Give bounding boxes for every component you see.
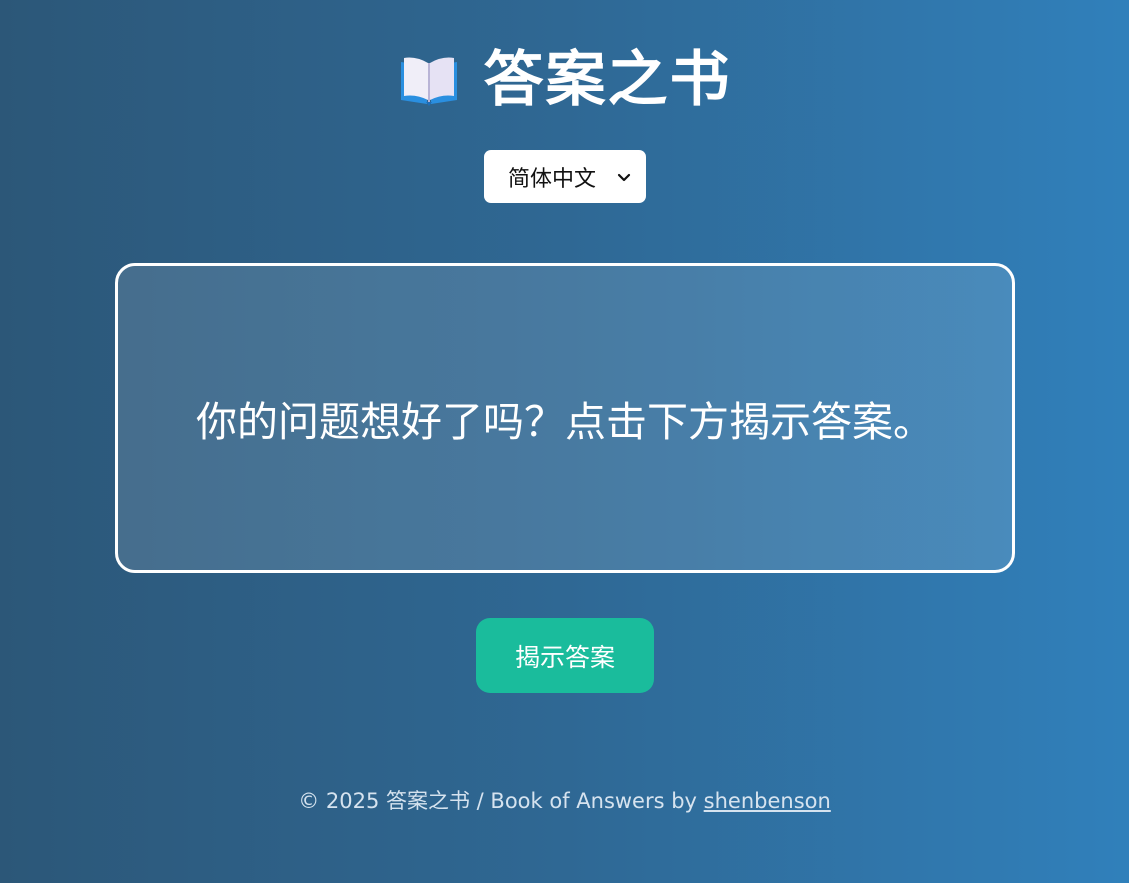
answer-text: 你的问题想好了吗？点击下方揭示答案。 bbox=[196, 398, 934, 446]
open-book-icon bbox=[398, 54, 460, 106]
page-title: 答案之书 bbox=[483, 45, 732, 115]
reveal-answer-button[interactable]: 揭示答案 bbox=[476, 618, 654, 693]
chevron-down-icon bbox=[614, 167, 634, 187]
language-select-value: 简体中文 bbox=[508, 166, 597, 192]
footer-text: © 2025 答案之书 / Book of Answers by bbox=[298, 789, 704, 813]
author-link[interactable]: shenbenson bbox=[704, 789, 831, 813]
answer-card: 你的问题想好了吗？点击下方揭示答案。 bbox=[115, 263, 1015, 573]
language-select[interactable]: 简体中文 bbox=[484, 150, 646, 203]
page-header: 答案之书 bbox=[0, 40, 1129, 120]
footer: © 2025 答案之书 / Book of Answers by shenben… bbox=[0, 785, 1129, 815]
